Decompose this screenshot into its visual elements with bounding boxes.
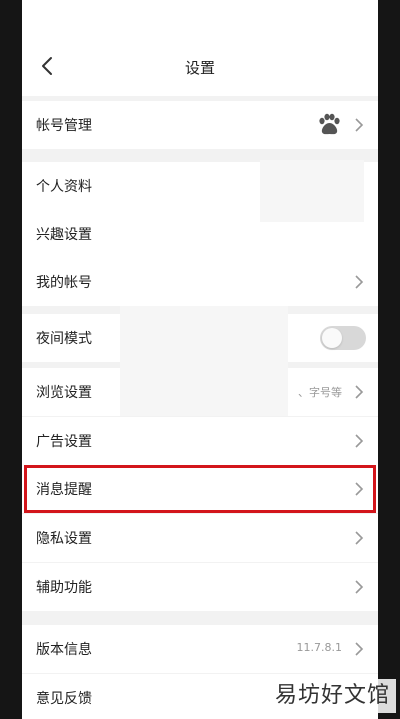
chevron-right-icon: [355, 580, 364, 594]
chevron-right-icon: [355, 642, 364, 656]
row-label: 浏览设置: [36, 385, 92, 401]
row-message-notification[interactable]: 消息提醒: [22, 465, 378, 513]
chevron-right-icon: [355, 482, 364, 496]
row-label: 兴趣设置: [36, 227, 92, 243]
row-account-management[interactable]: 帐号管理: [22, 101, 378, 149]
row-accessibility[interactable]: 辅助功能: [22, 563, 378, 611]
night-mode-toggle[interactable]: [320, 326, 366, 350]
phone-bezel-left: [0, 0, 22, 719]
navigation-bar: 设置: [22, 38, 378, 96]
row-label: 版本信息: [36, 642, 92, 658]
toggle-knob: [322, 328, 342, 348]
row-label: 夜间模式: [36, 331, 92, 347]
row-label: 帐号管理: [36, 118, 92, 134]
row-label: 隐私设置: [36, 531, 92, 547]
redacted-patch: [120, 306, 288, 416]
row-label: 消息提醒: [36, 482, 92, 498]
row-my-account[interactable]: 我的帐号: [22, 258, 378, 306]
phone-bezel-right: [378, 0, 400, 719]
baidu-bear-icon: [319, 113, 340, 135]
watermark-logo: 易坊好文馆: [268, 679, 396, 713]
row-label: 我的帐号: [36, 275, 92, 291]
row-label: 辅助功能: [36, 580, 92, 596]
chevron-right-icon: [355, 434, 364, 448]
row-label: 个人资料: [36, 179, 92, 195]
row-privacy-settings[interactable]: 隐私设置: [22, 514, 378, 562]
version-number: 11.7.8.1: [296, 641, 342, 654]
chevron-right-icon: [355, 275, 364, 289]
row-label: 广告设置: [36, 434, 92, 450]
status-bar: [22, 0, 378, 38]
redacted-patch: [260, 160, 364, 222]
chevron-right-icon: [355, 385, 364, 399]
chevron-right-icon: [355, 531, 364, 545]
row-label: 意见反馈: [36, 691, 92, 707]
page-title: 设置: [184, 59, 215, 77]
row-hint: 、字号等: [298, 386, 342, 399]
row-ad-settings[interactable]: 广告设置: [22, 417, 378, 465]
chevron-right-icon: [355, 118, 364, 132]
settings-screen: 设置 帐号管理 个人资料 兴趣设置 我的帐号 夜间模式 浏览设置 、字号等 广告…: [22, 0, 378, 719]
row-version-info[interactable]: 版本信息 11.7.8.1: [22, 625, 378, 673]
